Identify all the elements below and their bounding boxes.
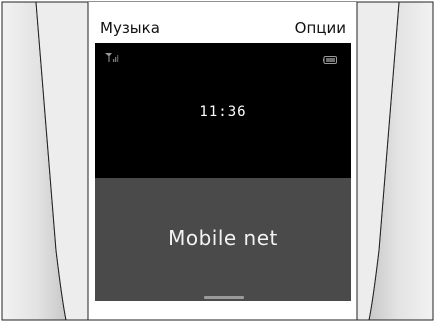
clock-time: 11:36 xyxy=(199,104,247,120)
right-softkey-options[interactable]: Опции xyxy=(295,19,346,37)
status-bar xyxy=(95,43,351,64)
scroll-indicator xyxy=(204,296,244,299)
softkey-bar: Музыка Опции xyxy=(95,13,351,43)
phone-screen: Музыка Опции 11:36 Mobile net xyxy=(95,13,351,301)
signal-icon xyxy=(105,53,119,62)
network-name: Mobile net xyxy=(168,226,278,250)
network-panel: Mobile net xyxy=(95,178,351,301)
left-softkey-music[interactable]: Музыка xyxy=(100,19,160,37)
idle-display: 11:36 Mobile net xyxy=(95,43,351,301)
battery-icon xyxy=(323,56,337,64)
